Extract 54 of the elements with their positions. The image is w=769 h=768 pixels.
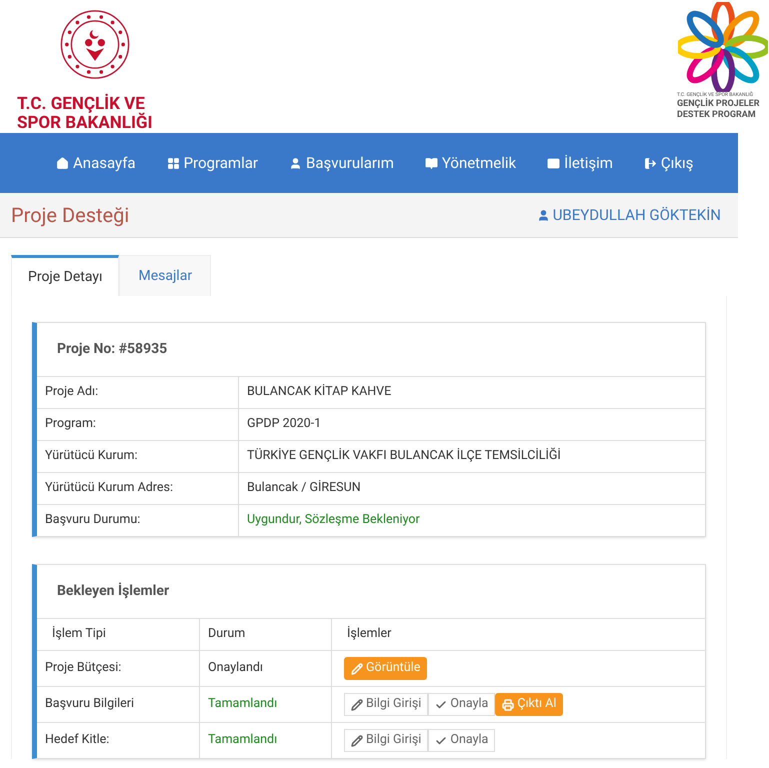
- page-title: Proje Desteği: [11, 202, 130, 229]
- field-label: Başvuru Durumu:: [37, 505, 239, 536]
- pencil-icon: [351, 734, 363, 746]
- field-value: Bulancak / GİRESUN: [246, 479, 362, 498]
- action-button[interactable]: Bilgi Girişi: [344, 693, 428, 716]
- tab[interactable]: Proje Detayı: [11, 255, 120, 296]
- user-icon: [288, 156, 302, 170]
- program-logo-text: DESTEK PROGRAM: [677, 110, 757, 121]
- column-header: İşlem Tipi: [37, 619, 200, 650]
- action-button[interactable]: Onayla: [428, 693, 496, 716]
- nav-link[interactable]: Çıkış: [644, 152, 694, 174]
- ministry-logo-text: SPOR BAKANLIĞI: [17, 114, 154, 133]
- user-icon: [536, 208, 550, 222]
- panel-title: Proje No: #58935: [56, 340, 168, 359]
- book-icon: [424, 156, 438, 170]
- panel-title: Bekleyen İşlemler: [56, 582, 170, 601]
- flower-logo-icon: [678, 2, 768, 92]
- status-cell: Tamamlandı: [200, 723, 332, 758]
- action-button[interactable]: Çıktı Al: [495, 693, 564, 716]
- field-value: Uygundur, Sözleşme Bekleniyor: [246, 511, 421, 530]
- field-label: Program:: [37, 409, 239, 440]
- action-button[interactable]: Onayla: [428, 729, 496, 752]
- table-cell: Başvuru Bilgileri: [37, 687, 200, 722]
- column-header: İşlemler: [346, 625, 392, 644]
- table-cell: Proje Bütçesi:: [37, 651, 200, 686]
- action-button[interactable]: Bilgi Girişi: [344, 729, 428, 752]
- printer-icon: [502, 698, 514, 710]
- ministry-logo-text: T.C. GENÇLİK VE: [17, 95, 145, 114]
- pencil-icon: [351, 698, 363, 710]
- nav-link[interactable]: Yönetmelik: [424, 152, 516, 174]
- table-cell: Hedef Kitle:: [37, 723, 200, 758]
- nav-link[interactable]: Başvurularım: [288, 152, 394, 174]
- home-icon: [56, 156, 69, 170]
- field-label: Yürütücü Kurum Adres:: [37, 473, 239, 504]
- tab[interactable]: Mesajlar: [119, 255, 212, 296]
- field-value: GPDP 2020-1: [246, 415, 322, 434]
- column-header: Durum: [200, 619, 332, 650]
- action-button[interactable]: Görüntüle: [344, 657, 428, 680]
- status-cell: Onaylandı: [200, 651, 332, 686]
- field-label: Yürütücü Kurum:: [37, 441, 239, 472]
- grid-icon: [166, 156, 180, 170]
- user-link[interactable]: UBEYDULLAH GÖKTEKİN: [536, 204, 721, 226]
- pencil-icon: [351, 662, 363, 674]
- status-cell: Tamamlandı: [200, 687, 332, 722]
- field-label: Proje Adı:: [37, 377, 239, 408]
- field-value: BULANCAK KİTAP KAHVE: [246, 383, 392, 402]
- check-icon: [435, 698, 448, 710]
- program-logo-text: GENÇLİK PROJELER: [677, 99, 760, 110]
- field-value: TÜRKİYE GENÇLİK VAKFI BULANCAK İLÇE TEMSİLCİLİĞİ: [246, 446, 562, 466]
- check-icon: [435, 734, 448, 746]
- nav-link[interactable]: İletişim: [547, 152, 613, 174]
- nav-link[interactable]: Anasayfa: [56, 152, 136, 174]
- logout-icon: [644, 156, 657, 170]
- nav-link[interactable]: Programlar: [166, 152, 258, 174]
